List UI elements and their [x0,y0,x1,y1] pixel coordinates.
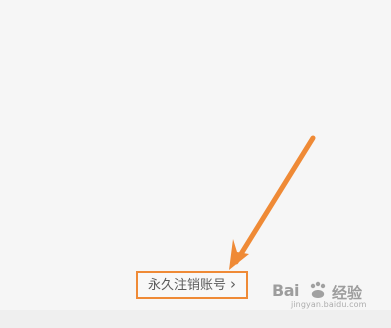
baidu-watermark: Bai 经验 jingyan.baidu.com [272,278,376,312]
deactivate-account-label: 永久注销账号 [147,277,226,293]
watermark-url: jingyan.baidu.com [291,300,367,309]
baidu-paw-icon [310,281,326,298]
chevron-right-icon: › [230,274,236,293]
watermark-brand: Bai [272,281,299,300]
permanently-deactivate-account-link[interactable]: 永久注销账号 › [136,271,248,299]
bottom-strip [0,310,391,328]
settings-screen: 永久注销账号 › Bai 经验 jingyan.baidu.com [0,0,391,328]
